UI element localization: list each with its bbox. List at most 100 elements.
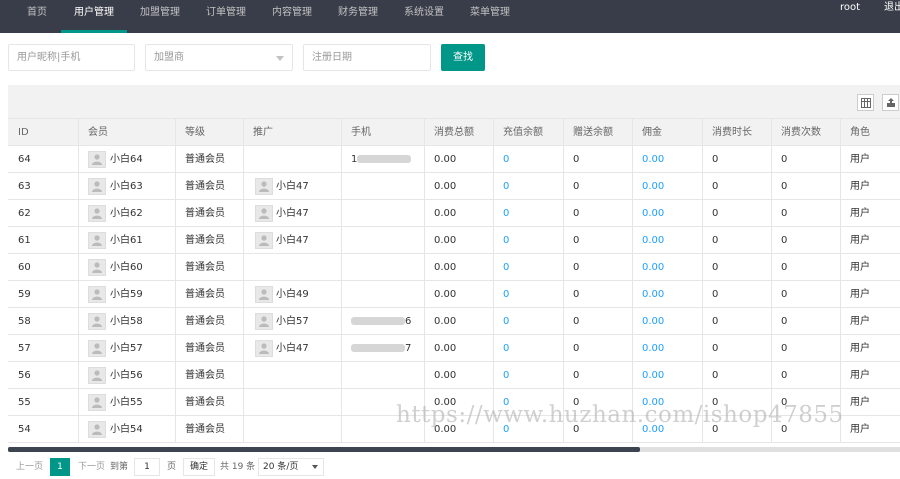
- cell-recharge-balance[interactable]: 0: [503, 362, 509, 389]
- cell-commission[interactable]: 0.00: [642, 200, 664, 227]
- cell-member[interactable]: 小白61: [110, 227, 143, 254]
- cell-promoter[interactable]: 小白49: [276, 281, 309, 308]
- cell-member[interactable]: 小白57: [110, 335, 143, 362]
- column-divider: [175, 416, 176, 443]
- cell-commission[interactable]: 0.00: [642, 389, 664, 416]
- goto-page-input[interactable]: 1: [134, 458, 160, 476]
- page-size-value: 20 条/页: [263, 462, 299, 472]
- scrollbar-thumb[interactable]: [8, 447, 640, 452]
- cell-promoter[interactable]: 小白57: [276, 308, 309, 335]
- table-row[interactable]: 59 小白59 普通会员 小白49 0.00 0 0 0.00 0 0 用户: [8, 281, 900, 308]
- cell-commission[interactable]: 0.00: [642, 173, 664, 200]
- keyword-search-input[interactable]: [17, 45, 134, 70]
- col-header-recharge-balance[interactable]: 充值余额: [503, 119, 543, 147]
- cell-member[interactable]: 小白63: [110, 173, 143, 200]
- table-row[interactable]: 57 小白57 普通会员 小白47 7 0.00 0 0 0.00 0 0 用户: [8, 335, 900, 362]
- nav-item-home[interactable]: 首页: [14, 0, 60, 33]
- cell-commission[interactable]: 0.00: [642, 308, 664, 335]
- register-date-input[interactable]: [312, 45, 430, 70]
- cell-member[interactable]: 小白60: [110, 254, 143, 281]
- user-avatar-icon: [92, 343, 102, 354]
- col-header-role[interactable]: 角色: [850, 119, 870, 147]
- horizontal-scrollbar[interactable]: [8, 447, 900, 452]
- nav-item-franchise[interactable]: 加盟管理: [129, 0, 191, 33]
- cell-promoter[interactable]: 小白47: [276, 335, 309, 362]
- cell-recharge-balance[interactable]: 0: [503, 389, 509, 416]
- table-row[interactable]: 55 小白55 普通会员 0.00 0 0 0.00 0 0 用户: [8, 389, 900, 416]
- cell-member[interactable]: 小白58: [110, 308, 143, 335]
- cell-recharge-balance[interactable]: 0: [503, 173, 509, 200]
- table-row[interactable]: 64 小白64 普通会员 1 0.00 0 0 0.00 0 0 用户: [8, 146, 900, 173]
- search-button[interactable]: 查找: [441, 44, 485, 71]
- column-divider: [702, 146, 703, 173]
- cell-recharge-balance[interactable]: 0: [503, 227, 509, 254]
- cell-recharge-balance[interactable]: 0: [503, 308, 509, 335]
- next-page-button[interactable]: 下一页: [78, 458, 105, 476]
- phone-visible-digit: 6: [405, 316, 412, 327]
- cell-commission[interactable]: 0.00: [642, 254, 664, 281]
- table-row[interactable]: 60 小白60 普通会员 0.00 0 0 0.00 0 0 用户: [8, 254, 900, 281]
- user-name[interactable]: root: [836, 0, 864, 28]
- cell-recharge-balance[interactable]: 0: [503, 335, 509, 362]
- table-row[interactable]: 62 小白62 普通会员 小白47 0.00 0 0 0.00 0 0 用户: [8, 200, 900, 227]
- table-row[interactable]: 58 小白58 普通会员 小白57 6 0.00 0 0 0.00 0 0 用户: [8, 308, 900, 335]
- keyword-search-field[interactable]: [8, 44, 135, 71]
- cell-member[interactable]: 小白54: [110, 416, 143, 443]
- columns-filter-button[interactable]: [857, 94, 874, 111]
- logout-link[interactable]: 退出: [884, 0, 900, 28]
- export-button[interactable]: [882, 94, 899, 111]
- cell-promoter[interactable]: 小白47: [276, 173, 309, 200]
- top-nav: 首页 用户管理 加盟管理 订单管理 内容管理 财务管理 系统设置 菜单管理 ro…: [0, 0, 900, 33]
- cell-commission[interactable]: 0.00: [642, 146, 664, 173]
- cell-promoter[interactable]: 小白47: [276, 227, 309, 254]
- col-header-member[interactable]: 会员: [88, 119, 108, 147]
- cell-recharge-balance[interactable]: 0: [503, 254, 509, 281]
- col-header-id[interactable]: ID: [18, 119, 29, 147]
- col-header-gift-balance[interactable]: 赠送余额: [573, 119, 613, 147]
- col-header-commission[interactable]: 佣金: [642, 119, 662, 147]
- nav-item-finance[interactable]: 财务管理: [327, 0, 389, 33]
- cell-member[interactable]: 小白62: [110, 200, 143, 227]
- nav-item-menu[interactable]: 菜单管理: [459, 0, 521, 33]
- goto-confirm-button[interactable]: 确定: [183, 458, 215, 476]
- cell-commission[interactable]: 0.00: [642, 335, 664, 362]
- cell-member[interactable]: 小白64: [110, 146, 143, 173]
- cell-member[interactable]: 小白59: [110, 281, 143, 308]
- cell-commission[interactable]: 0.00: [642, 416, 664, 443]
- table-row[interactable]: 54 小白54 普通会员 0.00 0 0 0.00 0 0 用户: [8, 416, 900, 443]
- cell-commission[interactable]: 0.00: [642, 362, 664, 389]
- cell-commission[interactable]: 0.00: [642, 227, 664, 254]
- prev-page-button[interactable]: 上一页: [16, 458, 43, 476]
- col-header-duration[interactable]: 消费时长: [712, 119, 752, 147]
- table-row[interactable]: 61 小白61 普通会员 小白47 0.00 0 0 0.00 0 0 用户: [8, 227, 900, 254]
- col-header-level[interactable]: 等级: [185, 119, 205, 147]
- nav-item-settings[interactable]: 系统设置: [393, 0, 455, 33]
- cell-promoter[interactable]: 小白47: [276, 200, 309, 227]
- col-header-count[interactable]: 消费次数: [781, 119, 821, 147]
- register-date-field[interactable]: [303, 44, 431, 71]
- table-row[interactable]: 56 小白56 普通会员 0.00 0 0 0.00 0 0 用户: [8, 362, 900, 389]
- cell-member[interactable]: 小白56: [110, 362, 143, 389]
- nav-item-orders[interactable]: 订单管理: [195, 0, 257, 33]
- cell-recharge-balance[interactable]: 0: [503, 416, 509, 443]
- cell-recharge-balance[interactable]: 0: [503, 281, 509, 308]
- col-header-promoter[interactable]: 推广: [253, 119, 273, 147]
- cell-member[interactable]: 小白55: [110, 389, 143, 416]
- table-row[interactable]: 63 小白63 普通会员 小白47 0.00 0 0 0.00 0 0 用户: [8, 173, 900, 200]
- current-page[interactable]: 1: [50, 458, 70, 476]
- cell-recharge-balance[interactable]: 0: [503, 146, 509, 173]
- page-size-select[interactable]: 20 条/页: [258, 458, 324, 476]
- cell-count: 0: [781, 208, 788, 219]
- member-avatar: [88, 259, 106, 276]
- col-header-total-spend[interactable]: 消费总额: [434, 119, 474, 147]
- cell-recharge-balance[interactable]: 0: [503, 200, 509, 227]
- cell-commission[interactable]: 0.00: [642, 281, 664, 308]
- col-header-phone[interactable]: 手机: [351, 119, 371, 147]
- column-divider: [493, 173, 494, 200]
- franchise-select[interactable]: 加盟商: [145, 44, 293, 71]
- column-divider: [840, 416, 841, 443]
- column-divider: [243, 281, 244, 308]
- member-avatar: [88, 286, 106, 303]
- nav-item-content[interactable]: 内容管理: [261, 0, 323, 33]
- nav-item-users[interactable]: 用户管理: [61, 0, 127, 33]
